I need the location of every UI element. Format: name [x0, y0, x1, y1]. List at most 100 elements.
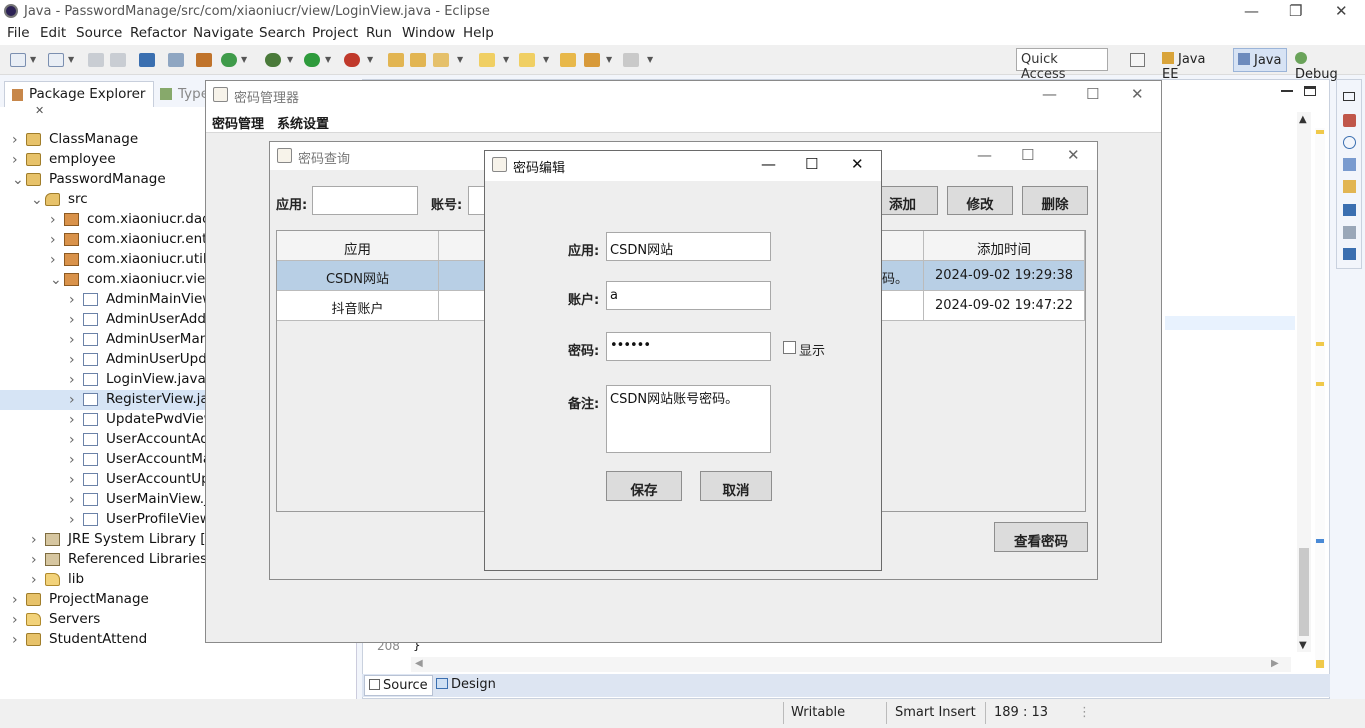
password-input[interactable]: •••••• — [606, 332, 771, 361]
scroll-down-icon[interactable]: ▼ — [1299, 640, 1307, 651]
expand-toggle-icon[interactable]: › — [31, 572, 37, 588]
save-all-icon[interactable] — [110, 53, 126, 67]
run-icon[interactable] — [304, 53, 320, 67]
expand-toggle-icon[interactable]: › — [50, 232, 56, 248]
menu-edit[interactable]: Edit — [40, 25, 66, 41]
chevron-down-icon[interactable]: ▼ — [543, 55, 549, 64]
tab-package-explorer[interactable]: Package Explorer ✕ — [4, 81, 154, 117]
chevron-down-icon[interactable]: ▼ — [367, 55, 373, 64]
close-button[interactable]: ✕ — [851, 155, 864, 173]
expand-toggle-icon[interactable]: › — [12, 132, 18, 148]
refresh-icon[interactable] — [221, 53, 237, 67]
column-header[interactable] — [880, 231, 924, 261]
save-button[interactable]: 保存 — [606, 471, 682, 501]
perspective-java-ee[interactable]: Java EE — [1158, 48, 1228, 82]
menu-run[interactable]: Run — [366, 25, 392, 41]
expand-toggle-icon[interactable]: › — [69, 332, 75, 348]
outline-icon[interactable] — [1343, 114, 1356, 127]
tasks-icon[interactable] — [1343, 180, 1356, 193]
chevron-down-icon[interactable]: ▼ — [325, 55, 331, 64]
expand-toggle-icon[interactable]: › — [69, 472, 75, 488]
quick-access-input[interactable]: Quick Access — [1016, 48, 1108, 82]
maximize-button[interactable]: ☐ — [805, 155, 818, 173]
maximize-button[interactable]: ☐ — [1021, 146, 1034, 164]
view-password-button[interactable]: 查看密码 — [994, 522, 1088, 552]
open-type-icon[interactable] — [388, 53, 404, 67]
chevron-down-icon[interactable]: ▼ — [457, 55, 463, 64]
menu-system-settings[interactable]: 系统设置 — [277, 113, 329, 132]
expand-toggle-icon[interactable]: › — [12, 152, 18, 168]
expand-toggle-icon[interactable]: › — [69, 292, 75, 308]
editor-minimize-icon[interactable] — [1281, 90, 1293, 92]
scroll-up-icon[interactable]: ▲ — [1299, 114, 1307, 125]
debug-icon[interactable] — [265, 53, 281, 67]
app-input[interactable]: CSDN网站 — [606, 232, 771, 261]
expand-toggle-icon[interactable]: › — [69, 392, 75, 408]
tab-source[interactable]: Source — [364, 675, 433, 696]
expand-toggle-icon[interactable]: › — [69, 512, 75, 528]
perspective-java[interactable]: Java — [1233, 48, 1287, 72]
expand-toggle-icon[interactable]: › — [69, 412, 75, 428]
open-perspective-icon[interactable] — [1130, 53, 1145, 67]
editor-maximize-icon[interactable] — [1304, 86, 1316, 96]
chevron-down-icon[interactable]: ▼ — [68, 55, 74, 64]
back-arrow-icon[interactable] — [584, 53, 600, 67]
menu-source[interactable]: Source — [76, 25, 122, 41]
new-icon[interactable] — [10, 53, 26, 67]
show-password-checkbox[interactable] — [783, 341, 796, 354]
expand-toggle-icon[interactable]: › — [69, 352, 75, 368]
console-icon[interactable] — [139, 53, 155, 67]
build-icon[interactable] — [196, 53, 212, 67]
menu-project[interactable]: Project — [312, 25, 358, 41]
minimize-button[interactable]: — — [761, 155, 776, 173]
minimize-button[interactable]: — — [1244, 2, 1259, 20]
expand-toggle-icon[interactable]: ⌄ — [50, 272, 62, 288]
chevron-down-icon[interactable]: ▼ — [503, 55, 509, 64]
delete-button[interactable]: 删除 — [1022, 186, 1088, 215]
chevron-down-icon[interactable]: ▼ — [287, 55, 293, 64]
menu-search[interactable]: Search — [259, 25, 305, 41]
annotation-icon[interactable] — [479, 53, 495, 67]
chevron-down-icon[interactable]: ▼ — [606, 55, 612, 64]
expand-toggle-icon[interactable]: ⌄ — [12, 172, 24, 188]
forward-arrow-icon[interactable] — [623, 53, 639, 67]
external-tools-icon[interactable] — [344, 53, 360, 67]
scroll-left-icon[interactable]: ◀ — [415, 658, 423, 669]
progress-icon[interactable] — [1343, 226, 1356, 239]
save-icon[interactable] — [88, 53, 104, 67]
chevron-down-icon[interactable]: ▼ — [30, 55, 36, 64]
expand-toggle-icon[interactable]: › — [69, 432, 75, 448]
chevron-down-icon[interactable]: ▼ — [647, 55, 653, 64]
expand-toggle-icon[interactable]: › — [31, 532, 37, 548]
column-header-app[interactable]: 应用 — [277, 231, 439, 261]
close-button[interactable]: ✕ — [1131, 85, 1144, 103]
scroll-thumb[interactable] — [1299, 548, 1309, 636]
expand-toggle-icon[interactable]: › — [50, 212, 56, 228]
expand-toggle-icon[interactable]: › — [50, 252, 56, 268]
expand-toggle-icon[interactable]: › — [69, 312, 75, 328]
last-edit-icon[interactable] — [560, 53, 576, 67]
restore-button[interactable]: ❐ — [1289, 2, 1302, 20]
next-annotation-icon[interactable] — [519, 53, 535, 67]
javadoc-icon[interactable] — [1343, 136, 1356, 149]
note-textarea[interactable]: CSDN网站账号密码。 — [606, 385, 771, 453]
app-search-input[interactable] — [312, 186, 418, 215]
account-input[interactable]: a — [606, 281, 771, 310]
column-header-added-time[interactable]: 添加时间 — [924, 231, 1085, 261]
column-header[interactable] — [439, 231, 489, 261]
horizontal-scrollbar[interactable] — [411, 657, 1291, 672]
declaration-icon[interactable] — [1343, 158, 1356, 171]
menu-window[interactable]: Window — [402, 25, 455, 41]
restore-icon[interactable] — [1343, 92, 1355, 101]
menu-navigate[interactable]: Navigate — [193, 25, 254, 41]
cancel-button[interactable]: 取消 — [700, 471, 772, 501]
minimize-button[interactable]: — — [1042, 85, 1057, 103]
chevron-down-icon[interactable]: ▼ — [241, 55, 247, 64]
edit-button[interactable]: 修改 — [947, 186, 1013, 215]
new-wizard-icon[interactable] — [48, 53, 64, 67]
expand-toggle-icon[interactable]: › — [12, 632, 18, 648]
expand-toggle-icon[interactable]: › — [69, 452, 75, 468]
menu-refactor[interactable]: Refactor — [130, 25, 187, 41]
expand-toggle-icon[interactable]: › — [69, 492, 75, 508]
menu-help[interactable]: Help — [463, 25, 494, 41]
